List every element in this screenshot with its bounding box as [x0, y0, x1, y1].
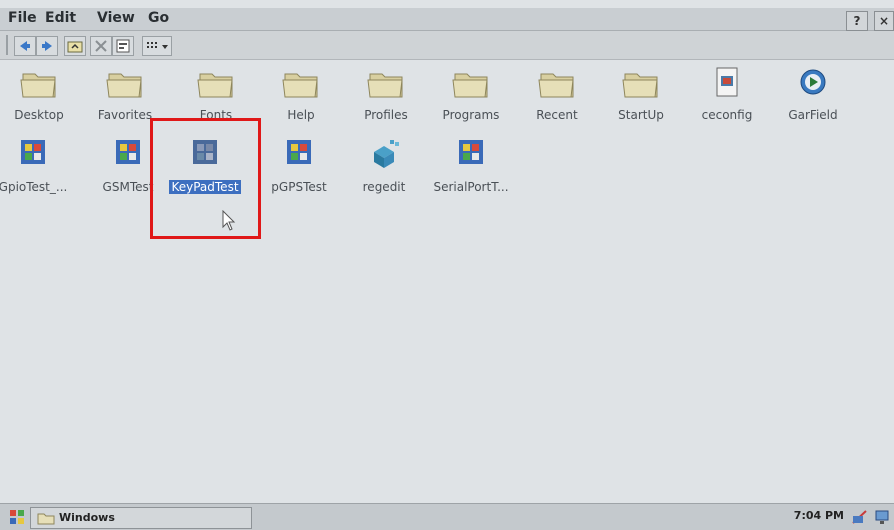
app-icon: [13, 138, 53, 174]
menu-go[interactable]: Go: [148, 10, 169, 26]
icon-fonts[interactable]: Fonts: [173, 66, 259, 123]
menu-view[interactable]: View: [97, 10, 135, 26]
folder-icon: [537, 66, 577, 102]
icon-favorites[interactable]: Favorites: [82, 66, 168, 123]
app-icon: [451, 138, 491, 174]
folder-icon: [451, 66, 491, 102]
menu-edit[interactable]: Edit: [45, 10, 76, 26]
icon-pgpstest[interactable]: pGPSTest: [256, 138, 342, 195]
icon-gpiotest[interactable]: GpioTest_...: [0, 138, 76, 195]
toolbar: [0, 31, 894, 60]
icon-label: Desktop: [14, 108, 64, 122]
display-icon[interactable]: [874, 508, 892, 530]
icon-label: Recent: [536, 108, 578, 122]
delete-icon[interactable]: [90, 36, 112, 56]
icon-help[interactable]: Help: [258, 66, 344, 123]
icon-programs[interactable]: Programs: [428, 66, 514, 123]
icon-garfield[interactable]: GarField: [770, 66, 856, 123]
icon-label: regedit: [362, 180, 406, 194]
taskbar-window-button[interactable]: Windows: [30, 507, 252, 529]
up-folder-icon[interactable]: [64, 36, 86, 56]
highlight-box: [150, 118, 261, 239]
icon-startup[interactable]: StartUp: [598, 66, 684, 123]
icon-label: ceconfig: [701, 108, 753, 122]
icon-label: GSMTest: [102, 180, 154, 194]
mouse-cursor-icon: [222, 209, 238, 236]
menu-file[interactable]: File: [8, 10, 37, 26]
folder-icon: [621, 66, 661, 102]
menu-bar: File Edit View Go ? ×: [0, 8, 894, 31]
folder-icon: [366, 66, 406, 102]
app-icon: [279, 138, 319, 174]
back-icon[interactable]: [14, 36, 36, 56]
forward-icon[interactable]: [36, 36, 58, 56]
icon-label: Help: [287, 108, 315, 122]
taskbar: Windows 7:04 PM: [0, 503, 894, 530]
icon-label: GpioTest_...: [0, 180, 68, 194]
icon-recent[interactable]: Recent: [514, 66, 600, 123]
icon-desktop[interactable]: Desktop: [0, 66, 82, 123]
clock: 7:04 PM: [793, 509, 844, 522]
taskbar-window-label: Windows: [59, 511, 115, 524]
folder-icon: [105, 66, 145, 102]
icon-label: pGPSTest: [271, 180, 327, 194]
start-icon[interactable]: [8, 508, 26, 530]
icon-label: StartUp: [618, 108, 664, 122]
app-icon: [108, 138, 148, 174]
folder-icon: [196, 66, 236, 102]
icon-label: GarField: [788, 108, 838, 122]
views-icon[interactable]: [142, 36, 172, 56]
network-icon[interactable]: [850, 508, 870, 530]
help-button[interactable]: ?: [846, 11, 868, 31]
icon-label: Programs: [442, 108, 500, 122]
media-icon: [793, 66, 833, 102]
icon-regedit[interactable]: regedit: [341, 138, 427, 195]
folder-icon: [37, 510, 55, 529]
registry-icon: [364, 138, 404, 174]
icon-profiles[interactable]: Profiles: [343, 66, 429, 123]
icon-ceconfig[interactable]: ceconfig: [684, 66, 770, 123]
ceconfig-icon: [707, 66, 747, 102]
icon-label: Profiles: [364, 108, 408, 122]
folder-icon: [19, 66, 59, 102]
icon-label: SerialPortT...: [433, 180, 509, 194]
icon-serialporttest[interactable]: SerialPortT...: [428, 138, 514, 195]
folder-icon: [281, 66, 321, 102]
close-button[interactable]: ×: [874, 11, 894, 31]
icon-label: Favorites: [97, 108, 153, 122]
properties-icon[interactable]: [112, 36, 134, 56]
